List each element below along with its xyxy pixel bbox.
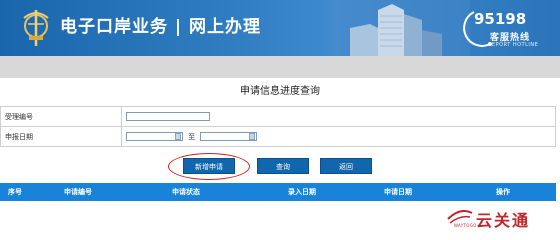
accept-no-input[interactable] (126, 112, 210, 121)
watermark-logo: 云关通 WAYTOGO (446, 203, 556, 231)
form-row-accept-no: 受理编号 (0, 106, 556, 127)
query-button[interactable]: 查询 (257, 158, 309, 174)
col-entry-date: 录入日期 (288, 188, 316, 196)
header-banner: 电子口岸业务 | 网上办理 95198 客服热线 EPORT HOTLINE (0, 0, 560, 56)
col-apply-date: 申请日期 (384, 188, 412, 196)
watermark-icon (447, 210, 473, 224)
calendar-icon[interactable] (175, 133, 181, 140)
query-form: 受理编号 申报日期 至 (0, 106, 556, 147)
col-index: 序号 (8, 188, 22, 196)
list-header: 序号 申请编号 申请状态 录入日期 申请日期 操作 (0, 183, 556, 201)
back-button[interactable]: 返回 (320, 158, 372, 174)
date-from-input[interactable] (126, 132, 183, 141)
nav-band (0, 56, 560, 78)
site-title: 电子口岸业务 | 网上办理 (60, 17, 262, 37)
date-to-input[interactable] (200, 132, 258, 141)
highlight-ring (168, 153, 250, 180)
customs-emblem-icon (23, 10, 49, 46)
hotline-number: 95198 (474, 10, 527, 28)
watermark-text-en: WAYTOGO (454, 223, 477, 228)
form-row-apply-date: 申报日期 至 (0, 126, 556, 147)
col-apply-status: 申请状态 (172, 188, 200, 196)
hotline-label-en: EPORT HOTLINE (492, 42, 539, 48)
hotline-logo: 95198 客服热线 EPORT HOTLINE (452, 6, 542, 50)
calendar-icon[interactable] (249, 133, 256, 140)
building-image (330, 0, 470, 56)
col-apply-no: 申请编号 (64, 188, 92, 196)
date-to-label: 至 (188, 132, 196, 141)
page-title: 申请信息进度查询 (240, 86, 320, 97)
col-actions: 操作 (496, 188, 510, 196)
watermark-text: 云关通 (476, 211, 531, 230)
accept-no-label: 受理编号 (0, 106, 122, 127)
apply-date-label: 申报日期 (0, 126, 122, 147)
